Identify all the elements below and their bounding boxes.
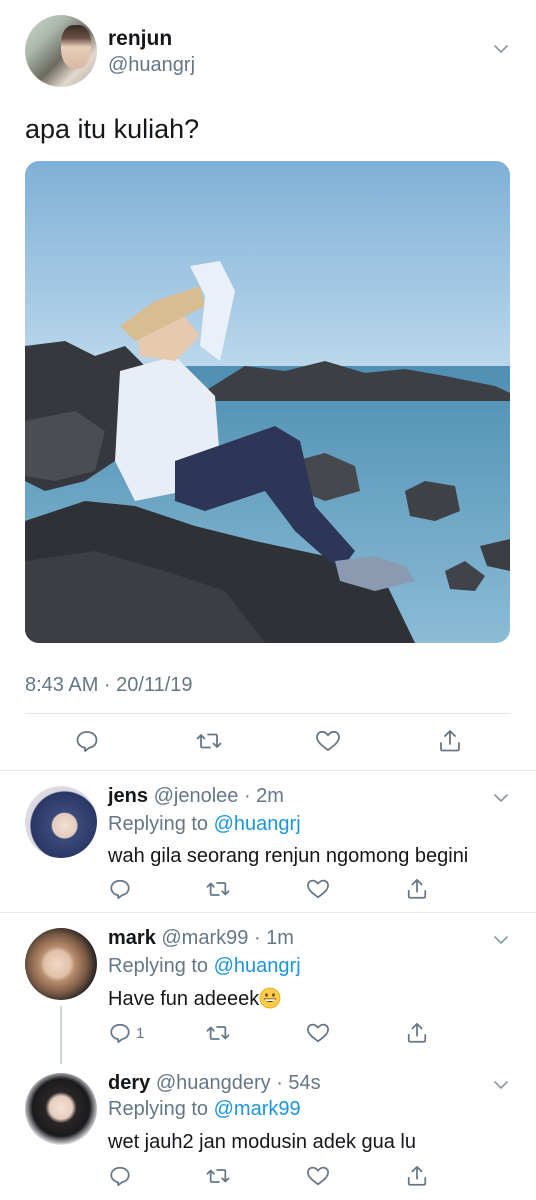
author-avatar[interactable] <box>25 15 97 87</box>
chevron-down-icon[interactable] <box>494 791 508 805</box>
like-icon[interactable] <box>315 728 341 754</box>
retweet-icon[interactable] <box>196 728 222 754</box>
replying-mention[interactable]: @huangrj <box>214 955 301 977</box>
reply-text-container: Have fun adeeek <box>108 987 281 1011</box>
replying-mention[interactable]: @huangrj <box>214 813 301 835</box>
tweet-timestamp[interactable]: 8:43 AM · 20/11/19 <box>25 674 193 697</box>
share-icon[interactable] <box>406 1022 428 1044</box>
reply-text: Have fun adeeek <box>108 988 260 1010</box>
replying-prefix: Replying to <box>108 1098 214 1120</box>
share-icon[interactable] <box>406 878 428 900</box>
reply-icon[interactable] <box>109 1165 131 1187</box>
reply-item[interactable]: mark @mark99 · 1m Replying to @huangrj H… <box>0 913 536 1064</box>
reply-item[interactable]: dery @huangdery · 54s Replying to @mark9… <box>0 1058 536 1200</box>
retweet-icon[interactable] <box>206 878 230 900</box>
reply-avatar[interactable] <box>25 786 97 858</box>
replying-prefix: Replying to <box>108 813 214 835</box>
replying-mention[interactable]: @mark99 <box>214 1098 301 1120</box>
reply-avatar[interactable] <box>25 1073 97 1145</box>
replying-to: Replying to @mark99 <box>108 1098 301 1121</box>
reply-header: dery @huangdery · 54s <box>108 1072 321 1095</box>
avatar-face <box>61 25 91 69</box>
like-icon[interactable] <box>306 1165 329 1187</box>
reply-count: 1 <box>136 1025 145 1042</box>
reply-time: · 54s <box>276 1072 321 1094</box>
reply-icon[interactable] <box>74 728 100 754</box>
like-icon[interactable] <box>306 1022 329 1044</box>
reply-icon[interactable] <box>109 878 131 900</box>
share-icon[interactable] <box>437 728 463 754</box>
chevron-down-icon[interactable] <box>494 1078 508 1092</box>
reply-author-name[interactable]: dery <box>108 1072 150 1094</box>
reply-text: wah gila seorang renjun ngomong begini <box>108 845 469 867</box>
share-icon[interactable] <box>406 1165 428 1187</box>
grinning-face-emoji <box>259 987 281 1009</box>
reply-header: mark @mark99 · 1m <box>108 927 294 950</box>
reply-author-handle[interactable]: @jenolee <box>154 785 239 807</box>
reply-author-name[interactable]: jens <box>108 785 148 807</box>
reply-author-handle[interactable]: @huangdery <box>156 1072 271 1094</box>
like-icon[interactable] <box>306 878 329 900</box>
chevron-down-icon[interactable] <box>494 933 508 947</box>
reply-icon[interactable] <box>109 1022 131 1044</box>
reply-author-name[interactable]: mark <box>108 927 156 949</box>
tweet-photo[interactable] <box>25 161 510 643</box>
replying-to: Replying to @huangrj <box>108 813 301 836</box>
author-handle[interactable]: @huangrj <box>108 54 195 77</box>
author-name[interactable]: renjun <box>108 27 172 51</box>
reply-text: wet jauh2 jan modusin adek gua lu <box>108 1131 416 1153</box>
replying-to: Replying to @huangrj <box>108 955 301 978</box>
chevron-down-icon[interactable] <box>494 42 508 56</box>
reply-time: · 1m <box>253 927 294 949</box>
reply-time: · 2m <box>243 785 284 807</box>
tweet-text: apa itu kuliah? <box>25 114 200 144</box>
reply-item[interactable]: jens @jenolee · 2m Replying to @huangrj … <box>0 771 536 912</box>
main-tweet: renjun @huangrj apa itu kuliah? 8:43 AM … <box>0 0 536 770</box>
retweet-icon[interactable] <box>206 1165 230 1187</box>
retweet-icon[interactable] <box>206 1022 230 1044</box>
thread-line <box>60 1006 62 1064</box>
reply-avatar[interactable] <box>25 928 97 1000</box>
reply-header: jens @jenolee · 2m <box>108 785 284 808</box>
replying-prefix: Replying to <box>108 955 214 977</box>
timestamp-divider <box>25 713 511 714</box>
reply-author-handle[interactable]: @mark99 <box>161 927 248 949</box>
